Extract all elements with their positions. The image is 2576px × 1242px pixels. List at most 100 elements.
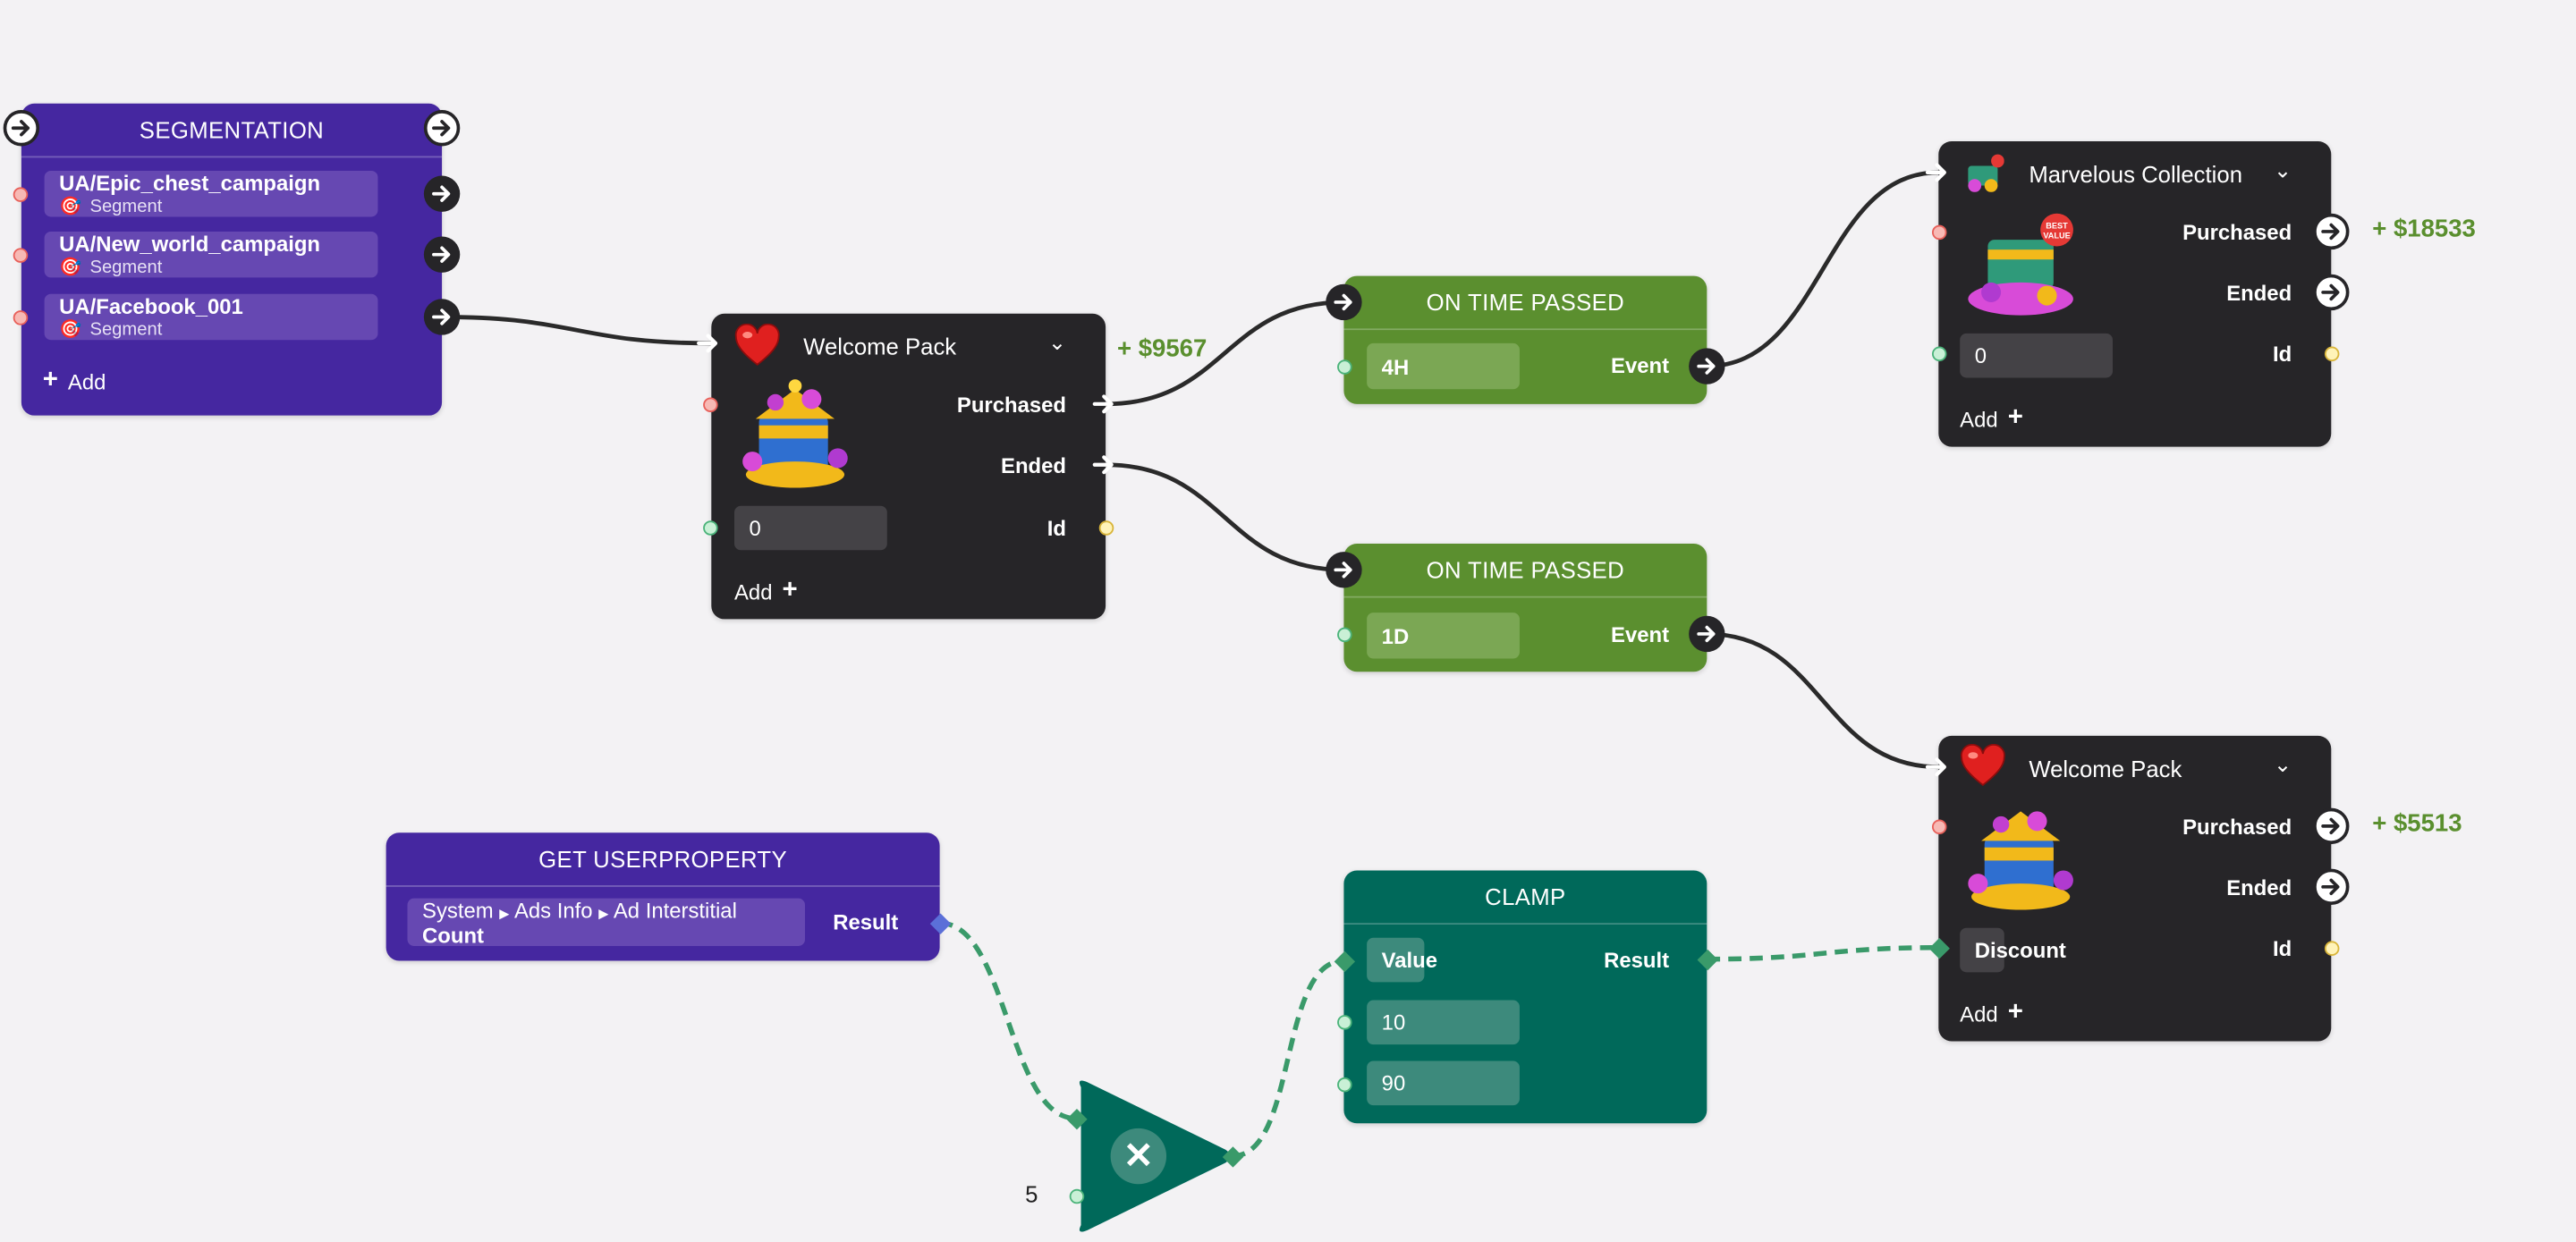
arrow-right-icon [2321, 283, 2340, 301]
segment-output-port[interactable] [423, 236, 461, 273]
id-output-port[interactable] [1097, 520, 1114, 535]
segmentation-node[interactable]: SEGMENTATION UA/Epic_chest_campaign 🎯 Segm… [21, 103, 443, 416]
purchased-output-port[interactable] [1091, 391, 1117, 426]
segment-input-port[interactable] [12, 309, 28, 325]
revenue-label: + $9567 [1116, 334, 1208, 363]
max-input[interactable]: 90 [1367, 1060, 1520, 1106]
input-port[interactable] [1924, 754, 1950, 789]
value-input[interactable]: Value [1367, 937, 1437, 983]
event-output-port[interactable] [1689, 348, 1725, 384]
wire-ended-to-timer[interactable] [1106, 462, 1344, 572]
input-port[interactable] [1931, 224, 1946, 240]
add-label: Add [1960, 1001, 1998, 1027]
property-path-selector[interactable]: System ▶ Ads Info ▶ Ad Interstitial Count [407, 898, 805, 948]
heart-icon [1960, 743, 2005, 795]
flow-canvas[interactable]: SEGMENTATION UA/Epic_chest_campaign 🎯 Segm… [0, 0, 2576, 1237]
revenue-label: + $5513 [2372, 809, 2462, 838]
id-input-port[interactable] [1931, 345, 1946, 361]
segment-item[interactable]: UA/New_world_campaign 🎯 Segment [44, 231, 378, 278]
id-input[interactable]: Discount [1960, 927, 2066, 973]
offer-node-marvelous-collection[interactable]: Marvelous Collection ⌄ BEST VALUE Purchas… [1938, 140, 2332, 447]
output-port[interactable] [423, 110, 461, 147]
node-title: ON TIME PASSED [1343, 276, 1707, 331]
chevron-down-icon[interactable]: ⌄ [2274, 157, 2292, 183]
on-time-passed-node[interactable]: ON TIME PASSED 4H Event [1343, 275, 1707, 404]
wire-result-to-multiply[interactable] [939, 920, 1077, 1121]
id-label: Id [2272, 342, 2292, 367]
duration-input[interactable]: 1D [1367, 613, 1520, 659]
add-output-button[interactable]: Add + [1960, 999, 2023, 1028]
segment-output-port[interactable] [423, 175, 461, 212]
on-time-passed-node[interactable]: ON TIME PASSED 1D Event [1343, 543, 1707, 672]
min-input[interactable]: 10 [1367, 1000, 1520, 1045]
event-output-port[interactable] [1689, 615, 1725, 653]
max-input-port[interactable] [1336, 1076, 1352, 1092]
add-output-button[interactable]: Add + [1960, 404, 2023, 434]
arrow-right-icon [1092, 394, 1114, 414]
ended-output-label: Ended [1001, 452, 1067, 478]
duration-input-port[interactable] [1336, 626, 1352, 642]
target-dart-icon: 🎯 [59, 320, 82, 341]
purchased-output-port[interactable] [2313, 807, 2350, 845]
id-output-port[interactable] [2324, 940, 2339, 956]
ended-output-port[interactable] [1091, 452, 1117, 486]
add-segment-button[interactable]: + Add [43, 367, 106, 396]
input-port[interactable] [695, 330, 721, 365]
segment-input-port[interactable] [12, 247, 28, 262]
wire-event-to-welcome-pack[interactable] [1707, 631, 1939, 770]
id-label: Id [1046, 515, 1067, 541]
ended-output-port[interactable] [2313, 868, 2350, 906]
input-port[interactable] [1931, 818, 1946, 834]
gem-chest-icon [1962, 153, 2004, 200]
target-dart-icon: 🎯 [59, 258, 82, 278]
wire-clamp-to-discount[interactable] [1707, 945, 1939, 962]
property-name: Count [422, 923, 484, 948]
id-input-port[interactable] [702, 520, 717, 535]
id-input[interactable]: 0 [734, 505, 887, 551]
add-output-button[interactable]: Add + [734, 577, 798, 606]
segment-item[interactable]: UA/Epic_chest_campaign 🎯 Segment [44, 171, 378, 217]
segment-type: Segment [89, 319, 163, 340]
purchased-output-label: Purchased [2182, 815, 2292, 840]
plus-icon: + [2007, 403, 2023, 433]
arrow-right-icon [432, 308, 451, 325]
segment-output-port[interactable] [423, 299, 461, 335]
id-output-port[interactable] [2324, 345, 2339, 361]
min-input-port[interactable] [1336, 1014, 1352, 1029]
offer-title: Marvelous Collection [2029, 160, 2243, 188]
input-port[interactable] [3, 110, 40, 147]
offer-node-welcome-pack[interactable]: Welcome Pack ⌄ Purchased Ended Discount … [1938, 735, 2332, 1042]
input-port[interactable] [1326, 552, 1362, 588]
wire-multiply-to-clamp[interactable] [1232, 958, 1344, 1159]
arrow-right-icon [1092, 455, 1114, 475]
clamp-node[interactable]: CLAMP Value Result 10 90 [1343, 870, 1707, 1124]
segment-item[interactable]: UA/Facebook_001 🎯 Segment [44, 293, 378, 341]
input-port[interactable] [702, 396, 717, 412]
wire-segment-to-welcome-pack[interactable] [442, 315, 712, 346]
id-input[interactable]: 0 [1960, 333, 2113, 378]
segment-name: UA/Epic_chest_campaign [59, 171, 321, 196]
purchased-output-port[interactable] [2313, 213, 2350, 250]
duration-input-port[interactable] [1336, 359, 1352, 374]
chevron-down-icon[interactable]: ⌄ [1048, 330, 1066, 356]
arrow-right-icon [1334, 293, 1352, 311]
input-port[interactable] [1924, 159, 1950, 194]
chevron-down-icon[interactable]: ⌄ [2274, 752, 2292, 778]
segment-input-port[interactable] [12, 186, 28, 201]
input-port[interactable] [1326, 283, 1362, 321]
caret-right-icon: ▶ [598, 906, 609, 922]
event-output-label: Event [1611, 352, 1670, 378]
arrow-right-icon [1697, 625, 1716, 643]
multiply-input-port[interactable] [1068, 1187, 1084, 1204]
pack-image: BEST VALUE [1965, 210, 2077, 326]
add-label: Add [1960, 406, 1998, 432]
duration-input[interactable]: 4H [1367, 342, 1520, 390]
get-userproperty-node[interactable]: GET USERPROPERTY System ▶ Ads Info ▶ Ad … [386, 832, 940, 961]
ended-output-port[interactable] [2313, 274, 2350, 311]
offer-node-welcome-pack[interactable]: Welcome Pack ⌄ Purchased Ended 0 Id Add + [711, 313, 1106, 620]
segment-name: UA/New_world_campaign [59, 231, 321, 257]
arrow-right-icon [2321, 878, 2340, 896]
wire-event-to-marvelous[interactable] [1707, 170, 1939, 368]
ended-output-label: Ended [2226, 874, 2292, 900]
add-label: Add [67, 368, 106, 393]
